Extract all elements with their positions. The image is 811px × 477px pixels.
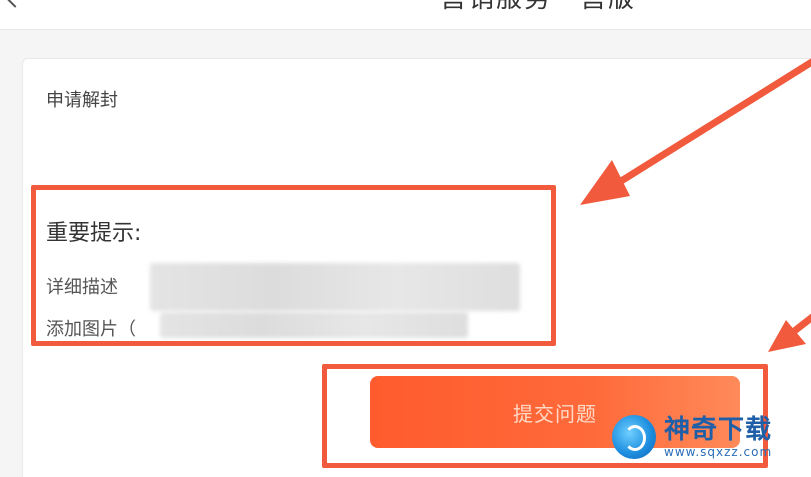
watermark-name: 神奇下载 [664,415,773,445]
annotation-arrows [580,58,811,352]
watermark: 神奇下载 www.sqxzz.com [612,408,811,466]
arrow-to-notice [580,58,811,205]
arrow-to-submit [768,313,811,352]
watermark-text: 神奇下载 www.sqxzz.com [664,415,772,459]
screen: 营销服务一营版 申请解封 重要提示: 详细描述 添加图片（ 提交问题 神奇下载 … [0,0,811,477]
sqxzz-logo-icon [612,415,656,459]
watermark-url: www.sqxzz.com [664,445,773,459]
